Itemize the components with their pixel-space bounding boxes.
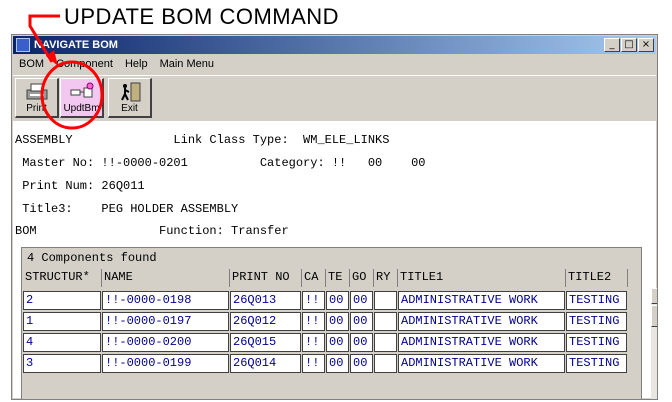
cell-go[interactable]: 00 (350, 291, 373, 310)
menu-help[interactable]: Help (125, 58, 148, 70)
table-row[interactable]: 4 !!-0000-0200 26Q015 !! 00 00 ADMINISTR… (23, 332, 628, 353)
bom-update-icon (70, 82, 93, 98)
cell-ry[interactable] (374, 354, 397, 373)
column-header-go[interactable]: GO (350, 269, 374, 287)
table-row[interactable]: 1 !!-0000-0197 26Q012 !! 00 00 ADMINISTR… (23, 311, 628, 332)
menu-bom[interactable]: BOM (19, 58, 44, 70)
table-row[interactable]: 3 !!-0000-0199 26Q014 !! 00 00 ADMINISTR… (23, 353, 628, 374)
vertical-scrollbar[interactable]: ▲ (651, 288, 657, 399)
cell-ca[interactable]: !! (302, 312, 325, 331)
cell-print-no[interactable]: 26Q015 (230, 333, 301, 352)
cell-te[interactable]: 00 (326, 354, 349, 373)
components-grid: 4 Components found STRUCTUR* NAME PRINT … (21, 247, 657, 399)
toolbar: Print UpdtBm Exit (13, 75, 656, 118)
cell-go[interactable]: 00 (350, 312, 373, 331)
cell-ry[interactable] (374, 291, 397, 310)
cell-print-no[interactable]: 26Q012 (230, 312, 301, 331)
cell-title2[interactable]: TESTING (566, 354, 627, 373)
cell-te[interactable]: 00 (326, 333, 349, 352)
maximize-button[interactable]: □ (621, 38, 637, 52)
cell-structur[interactable]: 3 (23, 354, 101, 373)
table-row[interactable]: 2 !!-0000-0198 26Q013 !! 00 00 ADMINISTR… (23, 290, 628, 311)
cell-go[interactable]: 00 (350, 333, 373, 352)
cell-title1[interactable]: ADMINISTRATIVE WORK (398, 312, 565, 331)
column-header-ca[interactable]: CA (302, 269, 326, 287)
cell-ca[interactable]: !! (302, 291, 325, 310)
menu-bar: BOM Component Help Main Menu (13, 55, 656, 73)
cell-name[interactable]: !!-0000-0199 (102, 354, 229, 373)
cell-title1[interactable]: ADMINISTRATIVE WORK (398, 291, 565, 310)
annotation-caption: UPDATE BOM COMMAND (64, 4, 340, 29)
column-header-ry[interactable]: RY (374, 269, 398, 287)
cell-print-no[interactable]: 26Q014 (230, 354, 301, 373)
exit-button[interactable]: Exit (108, 78, 152, 118)
menu-component[interactable]: Component (56, 58, 113, 70)
window-title: NAVIGATE BOM (34, 39, 118, 51)
cell-ry[interactable] (374, 333, 397, 352)
column-header-te[interactable]: TE (326, 269, 350, 287)
cell-print-no[interactable]: 26Q013 (230, 291, 301, 310)
assembly-link-class-line: ASSEMBLY Link Class Type: WM_ELE_LINKS (15, 133, 390, 147)
cell-title2[interactable]: TESTING (566, 312, 627, 331)
navigate-bom-window: NAVIGATE BOM _ □ × BOM Component Help Ma… (11, 34, 658, 400)
bom-details: ASSEMBLY Link Class Type: WM_ELE_LINKS M… (13, 121, 657, 399)
scrollbar-thumb[interactable] (651, 305, 657, 327)
grid-column-headers: STRUCTUR* NAME PRINT NO CA TE GO RY TITL… (23, 269, 628, 287)
cell-ca[interactable]: !! (302, 333, 325, 352)
cell-te[interactable]: 00 (326, 312, 349, 331)
printer-icon (26, 83, 47, 100)
cell-name[interactable]: !!-0000-0200 (102, 333, 229, 352)
print-button[interactable]: Print (15, 78, 59, 118)
scroll-up-button[interactable]: ▲ (651, 288, 657, 304)
cell-structur[interactable]: 4 (23, 333, 101, 352)
exit-label: Exit (121, 103, 138, 114)
grid-rows: 2 !!-0000-0198 26Q013 !! 00 00 ADMINISTR… (23, 290, 628, 374)
cell-ry[interactable] (374, 312, 397, 331)
cell-structur[interactable]: 2 (23, 291, 101, 310)
cell-te[interactable]: 00 (326, 291, 349, 310)
cell-title1[interactable]: ADMINISTRATIVE WORK (398, 333, 565, 352)
cell-title2[interactable]: TESTING (566, 333, 627, 352)
master-no-line: Master No: !!-0000-0201 Category: !! 00 … (15, 156, 426, 170)
close-button[interactable]: × (638, 38, 654, 52)
column-header-title2[interactable]: TITLE2 (566, 269, 628, 287)
cell-title1[interactable]: ADMINISTRATIVE WORK (398, 354, 565, 373)
bom-function-line: BOM Function: Transfer (15, 224, 289, 238)
cell-name[interactable]: !!-0000-0198 (102, 291, 229, 310)
title3-line: Title3: PEG HOLDER ASSEMBLY (15, 202, 239, 216)
title-bar: NAVIGATE BOM _ □ × (13, 36, 656, 54)
column-header-print-no[interactable]: PRINT NO (230, 269, 302, 287)
cell-structur[interactable]: 1 (23, 312, 101, 331)
cell-ca[interactable]: !! (302, 354, 325, 373)
components-found-label: 4 Components found (27, 251, 157, 265)
menu-main-menu[interactable]: Main Menu (160, 58, 214, 70)
app-icon (16, 38, 30, 52)
print-num-line: Print Num: 26Q011 (15, 179, 145, 193)
window-controls: _ □ × (604, 38, 654, 52)
minimize-button[interactable]: _ (604, 38, 620, 52)
column-header-structur[interactable]: STRUCTUR* (23, 269, 102, 287)
update-bom-button[interactable]: UpdtBm (60, 78, 104, 118)
cell-title2[interactable]: TESTING (566, 291, 627, 310)
column-header-title1[interactable]: TITLE1 (398, 269, 566, 287)
cell-go[interactable]: 00 (350, 354, 373, 373)
update-bom-label: UpdtBm (63, 103, 100, 114)
column-header-name[interactable]: NAME (102, 269, 230, 287)
exit-door-icon (120, 82, 140, 102)
cell-name[interactable]: !!-0000-0197 (102, 312, 229, 331)
print-label: Print (26, 103, 47, 114)
